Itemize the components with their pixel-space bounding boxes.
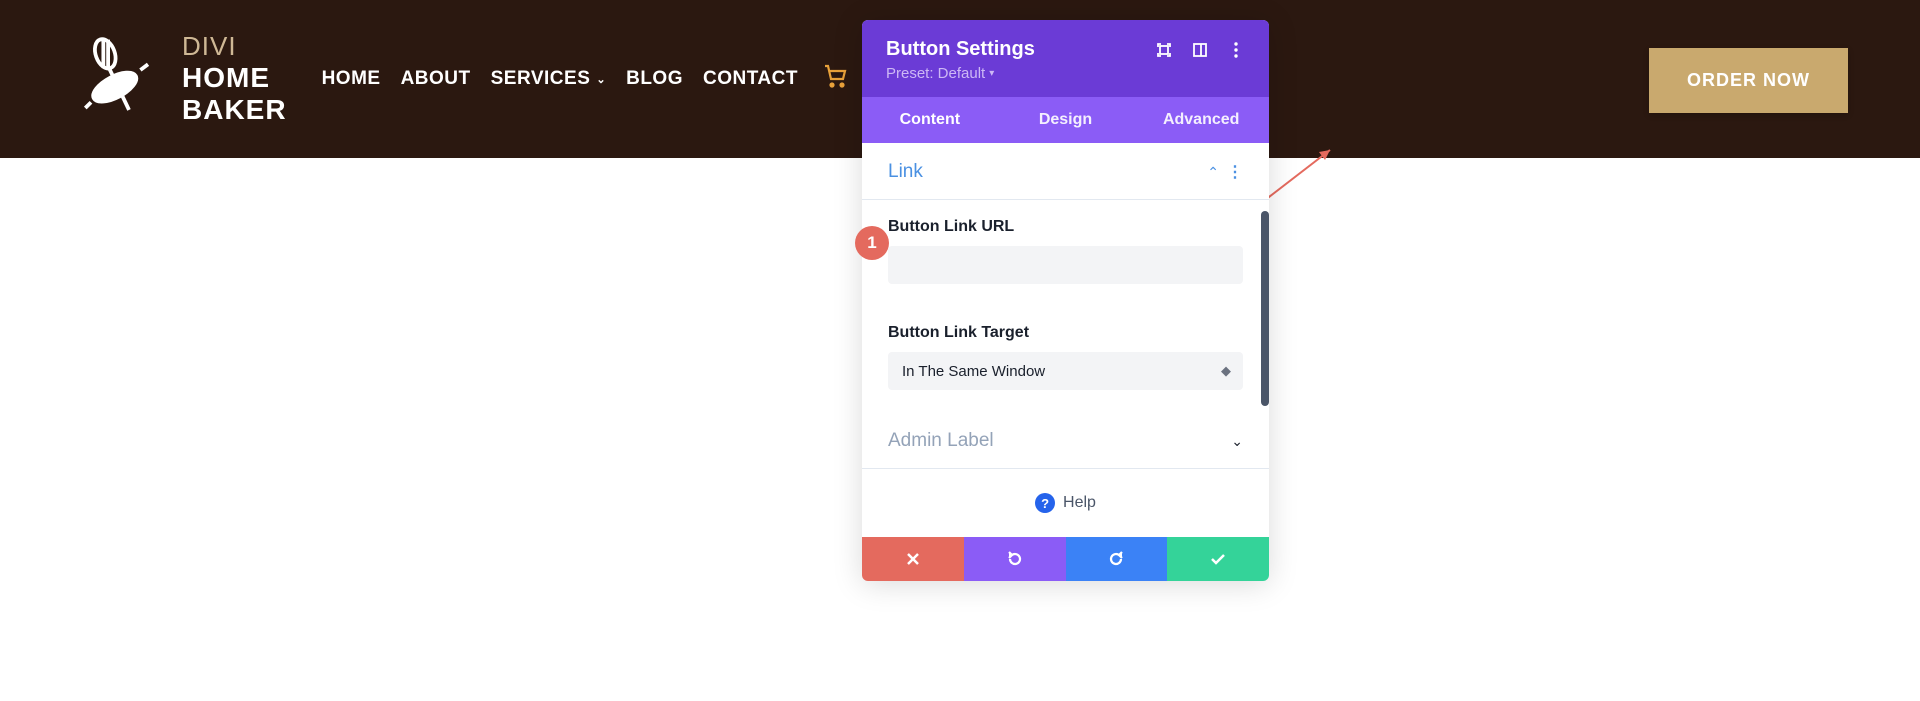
nav-contact[interactable]: CONTACT (703, 68, 798, 90)
cart-icon[interactable] (823, 64, 847, 95)
button-settings-panel: Button Settings Preset: Default ▾ Conten… (862, 20, 1269, 581)
logo-icon (72, 32, 167, 127)
url-label: Button Link URL (888, 218, 1243, 236)
logo-text-2: HOME (182, 62, 287, 94)
kebab-icon[interactable] (1227, 41, 1245, 59)
section-admin-toggle[interactable]: Admin Label ⌄ (888, 430, 1243, 452)
redo-button[interactable] (1066, 537, 1168, 581)
scrollbar[interactable] (1261, 211, 1269, 406)
section-admin-title: Admin Label (888, 430, 994, 452)
logo[interactable]: DIVI HOME BAKER (72, 32, 287, 127)
chevron-down-icon: ⌄ (1231, 433, 1243, 450)
expand-icon[interactable] (1155, 41, 1173, 59)
section-link-title: Link (888, 161, 923, 183)
select-caret-icon: ◆ (1221, 363, 1231, 379)
undo-button[interactable] (964, 537, 1066, 581)
panel-title: Button Settings (886, 38, 1035, 61)
nav-blog[interactable]: BLOG (626, 68, 683, 90)
chevron-up-icon: ⌃ (1207, 164, 1219, 181)
button-link-target-select[interactable]: In The Same Window ◆ (888, 352, 1243, 390)
button-link-url-input[interactable] (888, 246, 1243, 284)
logo-text-1: DIVI (182, 32, 287, 62)
tab-design[interactable]: Design (998, 97, 1134, 143)
kebab-icon[interactable]: ⋮ (1227, 162, 1243, 182)
save-button[interactable] (1167, 537, 1269, 581)
nav-services[interactable]: SERVICES ⌄ (491, 68, 606, 90)
logo-text-3: BAKER (182, 94, 287, 126)
chevron-down-icon: ⌄ (596, 73, 606, 86)
target-label: Button Link Target (888, 324, 1243, 342)
tab-content[interactable]: Content (862, 97, 998, 143)
annotation-badge-1: 1 (855, 226, 889, 260)
help-link[interactable]: ? Help (862, 469, 1269, 537)
section-link-toggle[interactable]: Link ⌃ ⋮ (888, 161, 1243, 183)
nav-home[interactable]: HOME (322, 68, 381, 90)
tab-advanced[interactable]: Advanced (1133, 97, 1269, 143)
sidebar-toggle-icon[interactable] (1191, 41, 1209, 59)
caret-down-icon: ▾ (989, 68, 994, 79)
close-button[interactable] (862, 537, 964, 581)
order-now-button[interactable]: ORDER NOW (1649, 48, 1848, 113)
preset-selector[interactable]: Preset: Default ▾ (886, 65, 994, 82)
nav-about[interactable]: ABOUT (401, 68, 471, 90)
help-icon: ? (1035, 493, 1055, 513)
